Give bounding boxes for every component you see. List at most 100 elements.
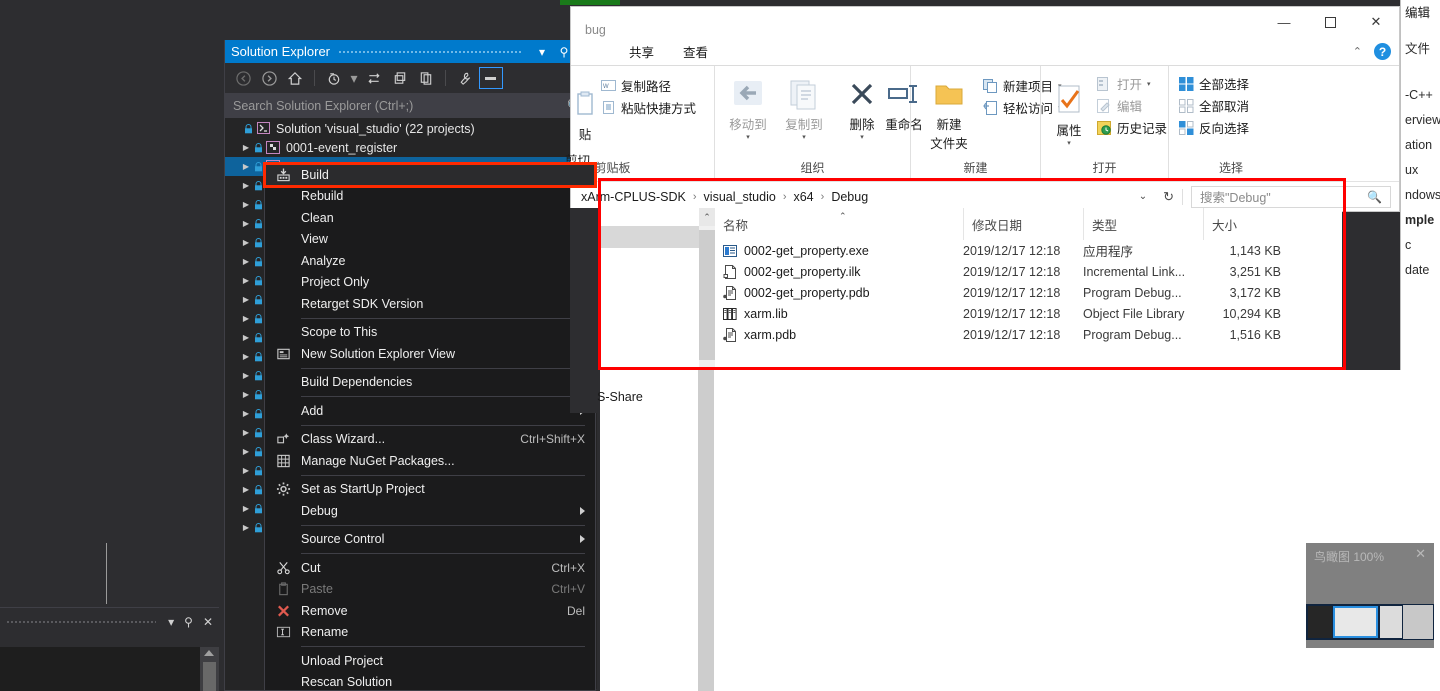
chevron-down-icon[interactable]: ▾ [531,45,553,59]
file-name-cell[interactable]: 0002-get_property.exe [723,244,963,258]
chevron-down-icon[interactable]: ▾ [348,67,360,89]
chevron-down-icon[interactable]: ▾ [1147,80,1151,88]
pin-icon[interactable]: ⚲ [184,616,193,628]
menu-item-source-control[interactable]: Source Control [265,529,595,551]
close-icon[interactable]: ✕ [1353,7,1399,37]
home-icon[interactable] [283,67,307,89]
close-icon[interactable]: ✕ [1415,546,1426,562]
chevron-down-icon[interactable]: ▾ [835,133,889,141]
expand-arrow-icon[interactable]: ▶ [239,371,253,380]
column-header-date[interactable]: 修改日期 [963,208,1083,240]
vs-menu-edit[interactable]: 编辑 [1405,2,1430,21]
expand-arrow-icon[interactable]: ▶ [239,219,253,228]
menu-item-clean[interactable]: Clean [265,207,595,229]
menu-item-rebuild[interactable]: Rebuild [265,186,595,208]
menu-item-build-dependencies[interactable]: Build Dependencies [265,372,595,394]
file-row[interactable]: 0002-get_property.pdb 2019/12/17 12:18 Pro… [723,282,1343,303]
breadcrumb-item-2[interactable]: x64 [793,190,813,204]
tab-share[interactable]: 共享 [629,42,654,61]
search-icon[interactable]: 🔍 [1367,190,1382,204]
history-button[interactable]: 历史记录 [1097,118,1167,137]
file-name-cell[interactable]: xarm.pdb [723,327,963,342]
edit-button[interactable]: 编辑 [1097,96,1142,115]
scroll-up-arrow-icon[interactable] [204,650,214,656]
sync-icon[interactable] [362,67,386,89]
pending-changes-icon[interactable] [322,67,346,89]
menu-item-rename[interactable]: Rename [265,622,595,644]
properties-button[interactable]: 属性 ▾ [1047,80,1091,147]
expand-arrow-icon[interactable]: ▶ [239,181,253,190]
chevron-down-icon[interactable]: ▾ [1047,139,1091,147]
expand-arrow-icon[interactable]: ▶ [239,257,253,266]
project-row[interactable]: ▶ 0001-event_register [225,138,597,157]
menu-item-rescan-solution[interactable]: Rescan Solution [265,672,595,691]
breadcrumb-item-0[interactable]: xArm-CPLUS-SDK [581,190,686,204]
chevron-down-icon[interactable]: ▾ [721,133,775,141]
file-row[interactable]: xarm.pdb 2019/12/17 12:18 Program Debug...… [723,324,1343,345]
file-row[interactable]: xarm.lib 2019/12/17 12:18 Object File Libr… [723,303,1343,324]
scrollbar-thumb[interactable] [203,662,216,691]
expand-arrow-icon[interactable]: ▶ [239,143,253,152]
explorer-lower-scrollbar[interactable] [698,370,714,691]
solution-root-row[interactable]: Solution 'visual_studio' (22 projects) [225,119,597,138]
paste-button[interactable]: 贴 [565,84,605,143]
menu-item-add[interactable]: Add [265,400,595,422]
file-row[interactable]: 0002-get_property.exe 2019/12/17 12:18 应用程… [723,240,1343,261]
menu-item-unload-project[interactable]: Unload Project [265,650,595,672]
expand-arrow-icon[interactable]: ▶ [239,314,253,323]
chevron-down-icon[interactable]: ▾ [168,616,174,628]
invert-selection-button[interactable]: 反向选择 [1179,118,1249,137]
menu-item-class-wizard[interactable]: Class Wizard... Ctrl+Shift+X [265,429,595,451]
breadcrumb-item-1[interactable]: visual_studio [704,190,776,204]
menu-item-cut[interactable]: Cut Ctrl+X [265,557,595,579]
column-header-name[interactable]: 名称 ⌃ [723,208,963,240]
close-icon[interactable]: ✕ [203,616,213,628]
menu-item-remove[interactable]: Remove Del [265,600,595,622]
help-icon[interactable]: ? [1374,43,1391,60]
expand-arrow-icon[interactable]: ▶ [239,238,253,247]
expand-arrow-icon[interactable]: ▶ [239,504,253,513]
maximize-icon[interactable] [1307,7,1353,37]
file-name-cell[interactable]: 0002-get_property.ilk [723,264,963,279]
new-folder-button[interactable]: 新建 文件夹 [921,74,977,152]
expand-arrow-icon[interactable]: ▶ [239,466,253,475]
scrollbar-thumb[interactable] [699,230,715,360]
menu-item-project-only[interactable]: Project Only [265,272,595,294]
search-input[interactable] [231,97,564,114]
properties-icon[interactable] [453,67,477,89]
refresh-icon[interactable]: ↻ [1155,188,1183,205]
menu-item-analyze[interactable]: Analyze [265,250,595,272]
copy-to-button[interactable]: 复制到 ▾ [777,74,831,141]
nav-pane-scrollbar[interactable]: ⌃ [699,208,715,370]
menu-item-manage-nuget-packages[interactable]: Manage NuGet Packages... [265,450,595,472]
column-header-type[interactable]: 类型 [1083,208,1203,240]
expand-arrow-icon[interactable]: ▶ [239,523,253,532]
expand-arrow-icon[interactable]: ▶ [239,447,253,456]
expand-arrow-icon[interactable]: ▶ [239,352,253,361]
menu-item-build[interactable]: Build [263,162,597,188]
explorer-search-box[interactable]: 搜索"Debug" 🔍 [1191,185,1391,208]
select-none-button[interactable]: 全部取消 [1179,96,1249,115]
expand-arrow-icon[interactable]: ▶ [239,276,253,285]
solution-explorer-search[interactable]: 🔍 ▾ [225,93,597,118]
address-dropdown-icon[interactable]: ⌄ [1131,191,1155,202]
breadcrumb[interactable]: xArm-CPLUS-SDK › visual_studio › x64 › D… [571,190,868,204]
file-name-cell[interactable]: xarm.lib [723,307,963,321]
collapse-all-icon[interactable] [388,67,412,89]
menu-item-set-as-startup-project[interactable]: Set as StartUp Project [265,479,595,501]
show-all-files-icon[interactable] [414,67,438,89]
forward-icon[interactable] [257,67,281,89]
project-context-menu[interactable]: Build Rebuild Clean View Analyze Project Only… [263,162,597,691]
copy-path-button[interactable]: W 复制路径 [601,76,671,95]
file-name-cell[interactable]: 0002-get_property.pdb [723,285,963,300]
expand-arrow-icon[interactable]: ▶ [239,295,253,304]
vs-bottom-scrollbar[interactable] [200,647,219,691]
file-list[interactable]: 名称 ⌃ 修改日期 类型 大小 0002-get_property.exe 201… [723,208,1343,370]
chevron-down-icon[interactable]: ▾ [777,133,831,141]
minimap-viewport-rect[interactable] [1333,606,1378,638]
expand-arrow-icon[interactable]: ▶ [239,162,253,171]
expand-arrow-icon[interactable]: ▶ [239,390,253,399]
tab-view[interactable]: 查看 [683,42,708,61]
expand-arrow-icon[interactable]: ▶ [239,333,253,342]
expand-arrow-icon[interactable]: ▶ [239,200,253,209]
